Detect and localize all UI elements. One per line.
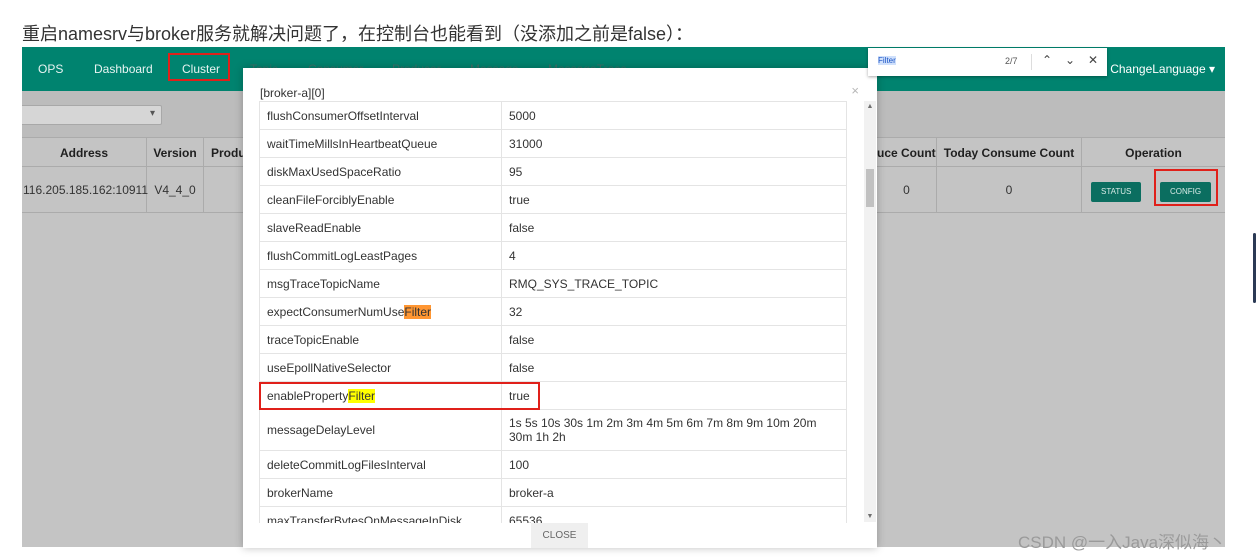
close-button[interactable]: CLOSE — [531, 523, 588, 548]
scroll-up-icon[interactable]: ▲ — [864, 103, 876, 110]
modal-body: flushConsumerOffsetInterval 5000 waitTimeM… — [259, 101, 863, 523]
nav-cluster[interactable]: Cluster — [182, 47, 220, 91]
config-value: true — [501, 381, 847, 410]
config-row: diskMaxUsedSpaceRatio 95 — [259, 157, 847, 186]
config-key: messageDelayLevel — [259, 409, 502, 451]
article-caption: 重启namesrv与broker服务就解决问题了，在控制台也能看到（没添加之前是… — [22, 24, 694, 44]
config-value: false — [501, 213, 847, 242]
search-match-highlight: Filter — [348, 388, 376, 403]
find-divider — [1031, 54, 1032, 70]
find-prev-icon[interactable]: ⌃ — [1042, 53, 1052, 67]
config-key: brokerName — [259, 478, 502, 507]
config-row: useEpollNativeSelector false — [259, 353, 847, 382]
config-key: maxTransferBytesOnMessageInDisk — [259, 506, 502, 523]
config-button[interactable]: CONFIG — [1160, 182, 1212, 202]
config-key: flushCommitLogLeastPages — [259, 241, 502, 270]
config-row: flushConsumerOffsetInterval 5000 — [259, 101, 847, 130]
config-key: diskMaxUsedSpaceRatio — [259, 157, 502, 186]
config-row: deleteCommitLogFilesInterval 100 — [259, 450, 847, 479]
config-value: 100 — [501, 450, 847, 479]
config-row: flushCommitLogLeastPages 4 — [259, 241, 847, 270]
find-input[interactable]: Filter — [878, 56, 968, 68]
config-value: 32 — [501, 297, 847, 326]
modal-scrollbar[interactable]: ▲ ▼ — [864, 101, 876, 522]
search-match-highlight: Filter — [404, 304, 432, 319]
config-value: false — [501, 353, 847, 382]
find-query: Filter — [878, 56, 896, 65]
col-operation: Operation — [1125, 146, 1182, 160]
config-row: cleanFileForciblyEnable true — [259, 185, 847, 214]
config-value: 95 — [501, 157, 847, 186]
config-value: false — [501, 325, 847, 354]
config-row: maxTransferBytesOnMessageInDisk 65536 — [259, 506, 847, 523]
config-key: cleanFileForciblyEnable — [259, 185, 502, 214]
config-key-text: enableProperty — [267, 388, 349, 403]
config-row: msgTraceTopicName RMQ_SYS_TRACE_TOPIC — [259, 269, 847, 298]
config-value: 4 — [501, 241, 847, 270]
today-consume-count: 0 — [937, 167, 1082, 213]
col-produce: Produ — [204, 138, 246, 168]
config-value: 65536 — [501, 506, 847, 523]
config-value: 1s 5s 10s 30s 1m 2m 3m 4m 5m 6m 7m 8m 9m… — [501, 409, 847, 451]
config-value: true — [501, 185, 847, 214]
config-value: broker-a — [501, 478, 847, 507]
config-key: waitTimeMillsInHeartbeatQueue — [259, 129, 502, 158]
config-key-text: expectConsumerNumUse — [267, 304, 405, 319]
config-key: enablePropertyFilter — [259, 381, 502, 410]
config-key: expectConsumerNumUseFilter — [259, 297, 502, 326]
modal-title: [broker-a][0] — [260, 86, 325, 100]
config-key: traceTopicEnable — [259, 325, 502, 354]
col-address: Address — [22, 138, 147, 168]
broker-version: V4_4_0 — [147, 167, 204, 213]
config-row: messageDelayLevel 1s 5s 10s 30s 1m 2m 3m … — [259, 409, 847, 451]
status-button[interactable]: STATUS — [1091, 182, 1142, 202]
col-version: Version — [147, 138, 204, 168]
find-next-icon[interactable]: ⌄ — [1065, 53, 1075, 67]
operation-cell: STATUS CONFIG — [1082, 167, 1225, 213]
scroll-thumb[interactable] — [866, 169, 874, 207]
col-today-consume-count: Today Consume Count — [937, 138, 1082, 168]
config-value: 31000 — [501, 129, 847, 158]
col-produce-count: uce Count — [877, 138, 937, 168]
config-key: slaveReadEnable — [259, 213, 502, 242]
change-language-dropdown[interactable]: ChangeLanguage ▾ — [1110, 47, 1215, 91]
cluster-select[interactable]: ▾ — [22, 105, 162, 125]
config-value: 5000 — [501, 101, 847, 130]
find-match-count: 2/7 — [1005, 56, 1018, 66]
close-icon[interactable]: × — [851, 83, 859, 98]
config-key: deleteCommitLogFilesInterval — [259, 450, 502, 479]
config-key: flushConsumerOffsetInterval — [259, 101, 502, 130]
produce-cell — [204, 167, 244, 213]
config-row: brokerName broker-a — [259, 478, 847, 507]
broker-address: 116.205.185.162:10911 — [22, 167, 148, 213]
scroll-down-icon[interactable]: ▼ — [864, 513, 876, 520]
find-bar: Filter 2/7 ⌃ ⌄ ✕ — [868, 48, 1107, 76]
nav-dashboard[interactable]: Dashboard — [94, 47, 153, 91]
config-table: flushConsumerOffsetInterval 5000 waitTimeM… — [259, 101, 847, 523]
config-key: useEpollNativeSelector — [259, 353, 502, 382]
config-row: traceTopicEnable false — [259, 325, 847, 354]
broker-config-modal: [broker-a][0] × flushConsumerOffsetInter… — [243, 68, 877, 548]
config-row: waitTimeMillsInHeartbeatQueue 31000 — [259, 129, 847, 158]
nav-ops[interactable]: OPS — [38, 47, 63, 91]
config-key: msgTraceTopicName — [259, 269, 502, 298]
csdn-watermark: CSDN @一入Java深似海丶 — [1018, 533, 1227, 552]
config-value: RMQ_SYS_TRACE_TOPIC — [501, 269, 847, 298]
produce-count: 0 — [877, 167, 937, 213]
chevron-down-icon: ▾ — [149, 108, 155, 119]
config-row: slaveReadEnable false — [259, 213, 847, 242]
config-row: enablePropertyFilter true — [259, 381, 847, 410]
config-row: expectConsumerNumUseFilter 32 — [259, 297, 847, 326]
find-close-icon[interactable]: ✕ — [1088, 53, 1098, 67]
